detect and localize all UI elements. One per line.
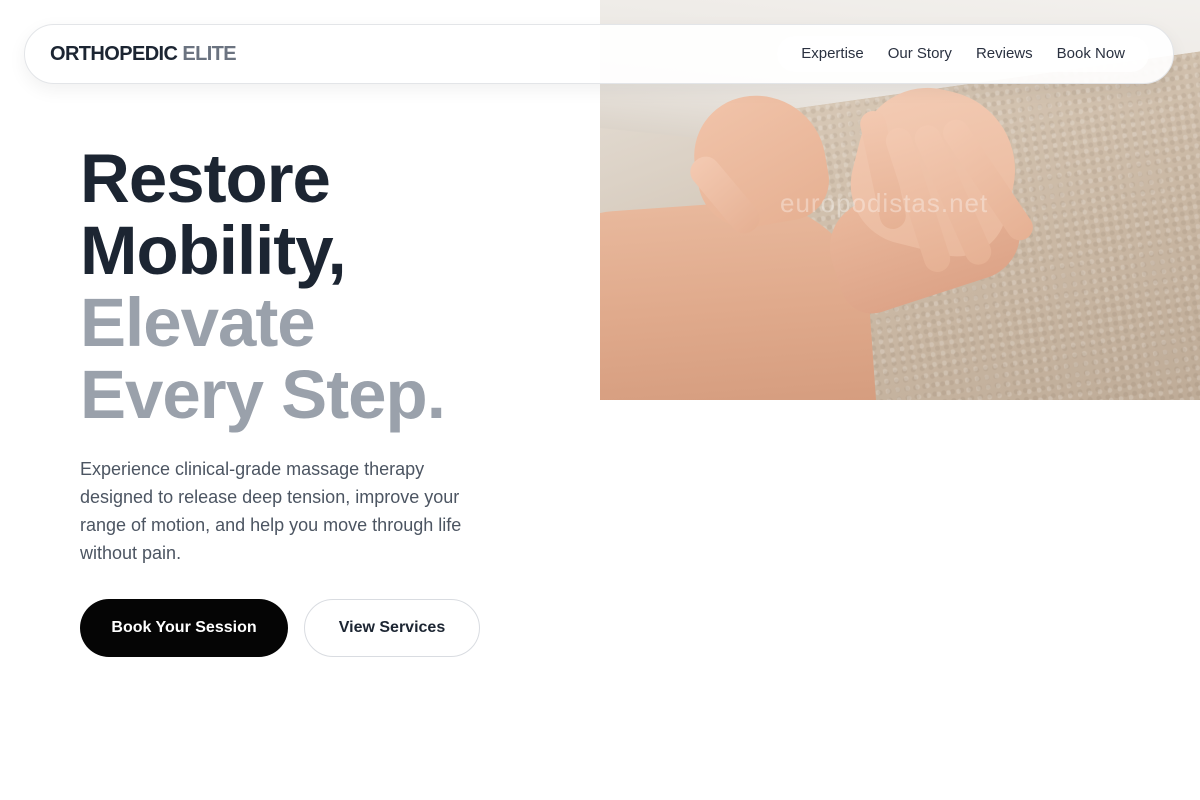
headline-line-1: Restore — [80, 140, 331, 217]
image-watermark: europodistas.net — [780, 188, 989, 218]
hero-description: Experience clinical-grade massage therap… — [80, 459, 462, 563]
view-services-button[interactable]: View Services — [304, 599, 480, 657]
brand-name-primary: ORTHOPEDIC — [50, 42, 178, 65]
nav-link-book-now[interactable]: Book Now — [1045, 36, 1137, 72]
headline-line-4: Every Step. — [80, 356, 446, 433]
nav-link-our-story[interactable]: Our Story — [876, 36, 964, 72]
brand-logo[interactable]: ORTHOPEDIC ELITE — [50, 42, 237, 66]
top-navigation: ORTHOPEDIC ELITE Expertise Our Story Rev… — [24, 24, 1174, 84]
nav-link-reviews[interactable]: Reviews — [964, 36, 1045, 72]
brand-name-accent: ELITE — [182, 42, 237, 65]
nav-link-expertise[interactable]: Expertise — [789, 36, 876, 72]
nav-links: Expertise Our Story Reviews Book Now — [777, 36, 1149, 72]
book-session-button[interactable]: Book Your Session — [80, 599, 288, 657]
landing-page: europodistas.net ORTHOPEDIC ELITE Expert… — [0, 0, 1200, 800]
hero-headline: Restore Mobility, Elevate Every Step. — [80, 140, 446, 433]
headline-line-2: Mobility, — [80, 212, 347, 289]
hero-actions: Book Your Session View Services — [80, 599, 480, 657]
headline-line-3: Elevate — [80, 284, 316, 361]
